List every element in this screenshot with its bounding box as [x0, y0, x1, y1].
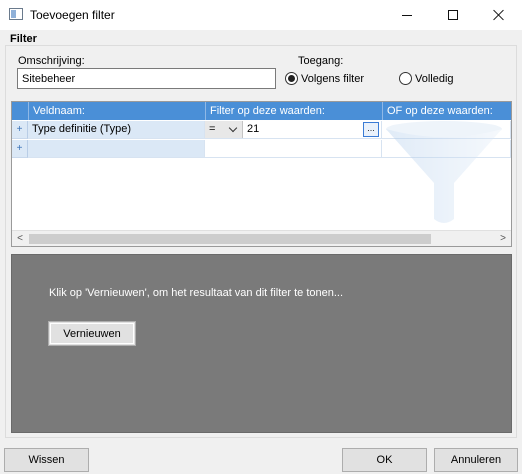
filter-value-text[interactable]: 21 [247, 121, 259, 138]
result-panel: Klik op 'Vernieuwen', om het resultaat v… [11, 254, 512, 433]
access-radio-by-filter[interactable] [285, 72, 298, 85]
clear-button[interactable]: Wissen [4, 448, 89, 472]
filter-group-label: Filter [10, 33, 37, 45]
access-radio-full[interactable] [399, 72, 412, 85]
access-radio-by-filter-label[interactable]: Volgens filter [301, 73, 364, 85]
scroll-right-icon[interactable]: > [495, 231, 511, 246]
or-value-cell[interactable] [382, 121, 511, 139]
column-header-or[interactable]: OF op deze waarden: [382, 102, 511, 120]
close-button[interactable] [476, 0, 522, 30]
grid-header: Veldnaam: Filter op deze waarden: OF op … [12, 102, 511, 120]
ok-button[interactable]: OK [342, 448, 427, 472]
app-window-icon [9, 8, 23, 20]
access-label: Toegang: [298, 55, 344, 67]
column-header-filter[interactable]: Filter op deze waarden: [205, 102, 382, 120]
scrollbar-thumb[interactable] [29, 234, 431, 244]
close-icon [493, 9, 505, 21]
table-row: + [12, 140, 511, 158]
horizontal-scrollbar[interactable]: < > [12, 230, 511, 246]
access-radio-full-label[interactable]: Volledig [415, 73, 454, 85]
field-name-cell[interactable]: Type definitie (Type) [28, 121, 205, 139]
scroll-left-icon[interactable]: < [12, 231, 28, 246]
row-expand-button[interactable]: + [12, 140, 28, 158]
refresh-button[interactable]: Vernieuwen [48, 321, 136, 346]
value-picker-button[interactable]: ... [363, 122, 379, 137]
title-bar: Toevoegen filter [0, 0, 522, 30]
operator-select[interactable]: = [205, 121, 243, 138]
cancel-button[interactable]: Annuleren [434, 448, 518, 472]
grid-header-corner [12, 102, 28, 120]
filter-value-cell[interactable]: = 21 ... [205, 121, 382, 139]
or-value-cell[interactable] [382, 140, 511, 158]
maximize-icon [448, 10, 458, 20]
filter-value-cell[interactable] [205, 140, 382, 158]
minimize-button[interactable] [384, 0, 430, 30]
description-label: Omschrijving: [18, 55, 85, 67]
filter-grid: Veldnaam: Filter op deze waarden: OF op … [11, 101, 512, 247]
table-row: + Type definitie (Type) = 21 ... [12, 121, 511, 139]
field-name-cell[interactable] [28, 140, 205, 158]
column-header-field[interactable]: Veldnaam: [28, 102, 205, 120]
chevron-down-icon [228, 123, 238, 133]
result-message: Klik op 'Vernieuwen', om het resultaat v… [49, 287, 344, 299]
description-input[interactable] [17, 68, 276, 89]
minimize-icon [402, 14, 412, 16]
maximize-button[interactable] [430, 0, 476, 30]
window-title: Toevoegen filter [30, 8, 115, 22]
operator-value: = [209, 123, 216, 135]
row-expand-button[interactable]: + [12, 121, 28, 139]
